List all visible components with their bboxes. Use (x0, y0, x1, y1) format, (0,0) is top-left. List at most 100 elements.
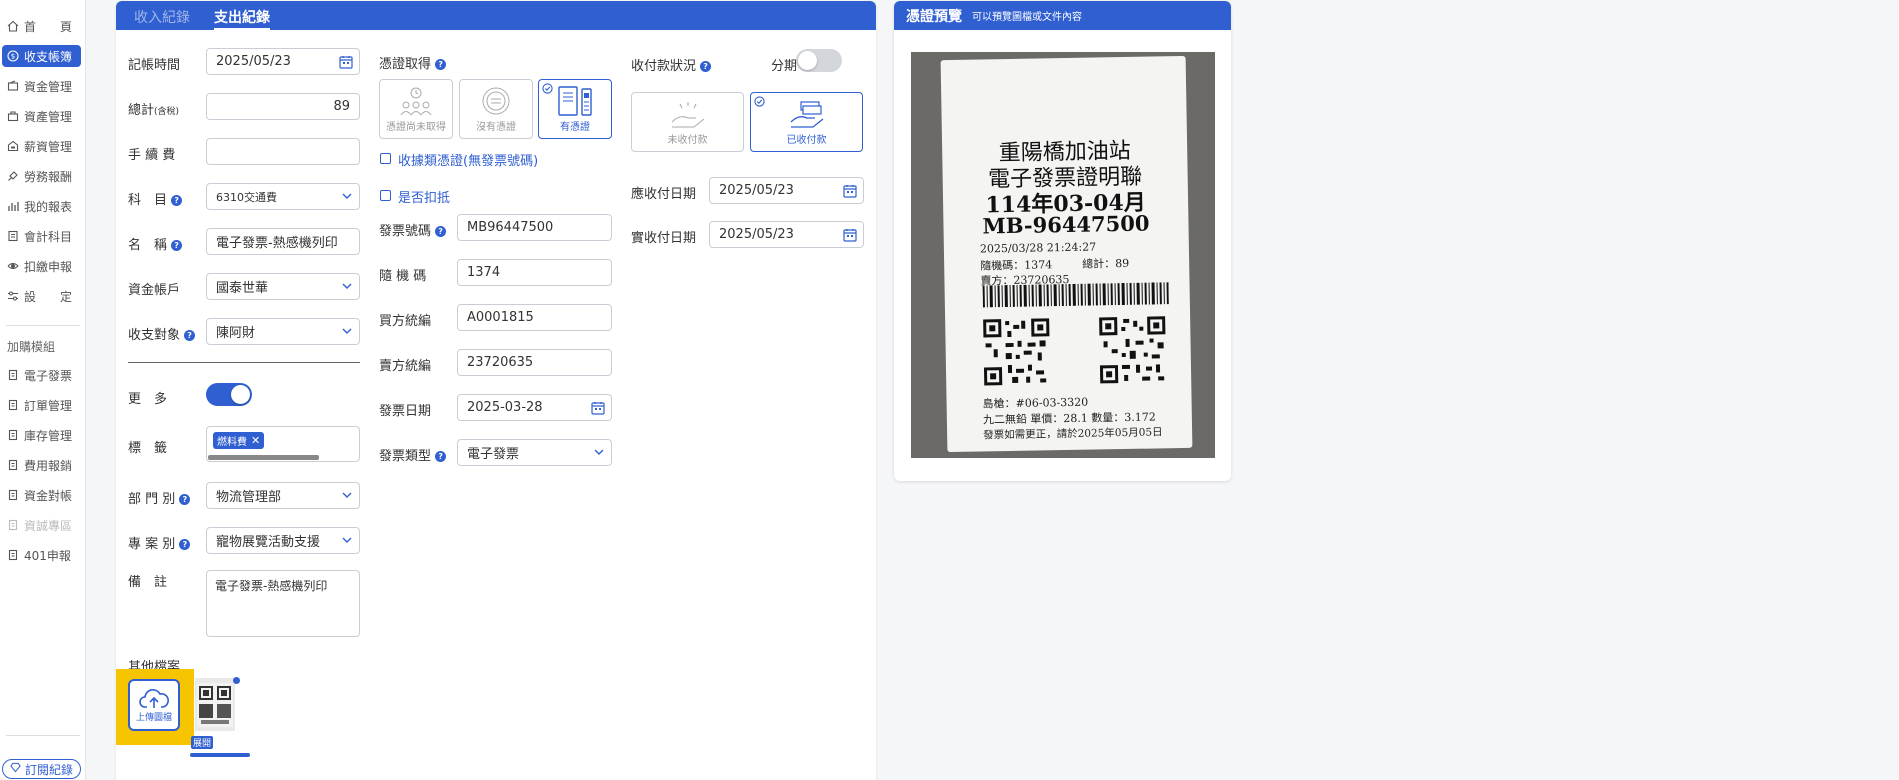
invoice-type-label: 發票類型? (379, 445, 447, 464)
project-label: 專 案 別? (128, 533, 191, 552)
help-icon[interactable]: ? (171, 195, 183, 206)
sidebar-item-einvoice[interactable]: 電子發票 (2, 364, 81, 386)
cloud-upload-icon (139, 688, 169, 708)
hand-coin-icon (671, 102, 704, 128)
date-label: 記帳時間 (128, 58, 181, 73)
invoice-type-select[interactable]: 電子發票 (457, 439, 612, 466)
payment-option-paid[interactable]: 已收付款 (750, 92, 863, 152)
close-icon[interactable]: ✕ (251, 435, 260, 446)
sidebar-item-401[interactable]: 401申報 (2, 544, 81, 566)
help-icon[interactable]: ? (700, 61, 712, 72)
seller-id-field[interactable]: 23720635 (457, 349, 612, 376)
svg-text:$: $ (11, 53, 15, 61)
asset-icon (6, 109, 20, 123)
sidebar-item-reports[interactable]: 我的報表 (2, 195, 81, 217)
fee-field[interactable] (206, 138, 360, 165)
tag-chip: 燃料費 ✕ (213, 432, 265, 449)
qr-code-left (981, 316, 1053, 388)
due-date-field[interactable]: 2025/05/23 (709, 177, 864, 204)
receipt-type-checkbox[interactable] (380, 153, 391, 164)
help-icon[interactable]: ? (179, 539, 191, 550)
sidebar-item-service[interactable]: 勞務報酬 (2, 165, 81, 187)
file-thumbnail[interactable] (195, 678, 235, 731)
name-field[interactable]: 電子發票-熱感機列印 (206, 228, 360, 255)
settings-icon (6, 289, 20, 303)
voucher-option-pending[interactable]: 憑證尚未取得 (379, 79, 453, 139)
help-icon[interactable]: ? (184, 330, 196, 341)
sidebar-item-ledger[interactable]: $ 收支帳簿 (2, 45, 81, 67)
sidebar-item-label: 會計科目 (24, 229, 73, 244)
subscription-button[interactable]: 訂閱紀錄 (2, 759, 81, 779)
sidebar-item-salary[interactable]: 薪資管理 (2, 135, 81, 157)
calendar-icon[interactable] (843, 228, 857, 242)
calendar-icon[interactable] (339, 55, 353, 69)
payment-option-unpaid[interactable]: 未收付款 (631, 92, 744, 152)
random-code-field[interactable]: 1374 (457, 259, 612, 286)
help-icon[interactable]: ? (435, 59, 447, 70)
project-select[interactable]: 寵物展覽活動支援 (206, 527, 360, 554)
party-select[interactable]: 陳阿財 (206, 318, 360, 345)
sidebar-item-settings[interactable]: 設 定 (2, 285, 81, 307)
account-select[interactable]: 國泰世華 (206, 273, 360, 300)
date-field[interactable]: 2025/05/23 (206, 48, 360, 75)
receipt-notice: 發票如需更正，請於2025年05月05日 (983, 426, 1163, 442)
invoice-no-field[interactable]: MB96447500 (457, 214, 612, 241)
help-icon[interactable]: ? (171, 240, 183, 251)
invoice-date-label: 發票日期 (379, 404, 432, 419)
sidebar-item-label: 庫存管理 (24, 428, 73, 443)
help-icon[interactable]: ? (179, 494, 191, 505)
thumbnail-badge[interactable]: 展開 (191, 736, 214, 749)
tax-icon (6, 259, 20, 273)
voucher-option-has[interactable]: 有憑證 (538, 79, 612, 139)
sidebar-item-label: 資產管理 (24, 109, 73, 124)
chevron-down-icon (342, 328, 352, 334)
note-textarea[interactable]: 電子發票-熱感機列印 (206, 570, 360, 637)
sidebar-item-label: 電子發票 (24, 368, 73, 383)
deduct-label[interactable]: 是否扣抵 (398, 187, 450, 206)
tab-expense[interactable]: 支出紀錄 (214, 7, 270, 30)
help-icon[interactable]: ? (435, 451, 447, 462)
sidebar-item-label: 401申報 (24, 548, 71, 563)
remove-file-dot[interactable] (233, 677, 240, 684)
sidebar-item-orders[interactable]: 訂單管理 (2, 394, 81, 416)
sidebar-item-label: 薪資管理 (24, 139, 73, 154)
tags-input[interactable]: 燃料費 ✕ (206, 426, 360, 462)
sidebar-item-accounts[interactable]: 會計科目 (2, 225, 81, 247)
total-field[interactable]: 89 (206, 93, 360, 120)
tags-scrollbar[interactable] (208, 455, 319, 460)
buyer-id-field[interactable]: A0001815 (457, 304, 612, 331)
help-icon[interactable]: ? (435, 226, 447, 237)
chevron-down-icon (342, 492, 352, 498)
tab-income[interactable]: 收入紀錄 (134, 7, 190, 27)
invoice-date-field[interactable]: 2025-03-28 (457, 394, 612, 421)
installment-toggle[interactable] (796, 49, 842, 72)
dept-select[interactable]: 物流管理部 (206, 482, 360, 509)
seller-id-label: 賣方統編 (379, 359, 432, 374)
barcode-graphic (982, 282, 1169, 308)
sidebar-item-home[interactable]: 首 頁 (2, 15, 81, 37)
subject-select[interactable]: 6310交通費 (206, 183, 360, 210)
sidebar-item-assets[interactable]: 資產管理 (2, 105, 81, 127)
sidebar-item-stock[interactable]: 庫存管理 (2, 424, 81, 446)
note-label: 備 註 (128, 575, 168, 590)
zone-icon (6, 518, 20, 532)
sidebar-item-funds[interactable]: 資金管理 (2, 75, 81, 97)
check-circle-icon (542, 83, 553, 94)
sidebar-item-label: 資金對帳 (24, 488, 73, 503)
sidebar-item-reconcile[interactable]: 資金對帳 (2, 484, 81, 506)
receipt-image[interactable]: 重陽橋加油站 電子發票證明聯 114年03-04月 MB-96447500 20… (911, 52, 1215, 458)
calendar-icon[interactable] (591, 401, 605, 415)
more-toggle[interactable] (206, 383, 252, 406)
fee-label: 手 續 費 (128, 148, 176, 163)
sidebar-item-expense[interactable]: 費用報銷 (2, 454, 81, 476)
money-icon: $ (6, 49, 20, 63)
calendar-icon[interactable] (843, 184, 857, 198)
actual-date-field[interactable]: 2025/05/23 (709, 221, 864, 248)
deduct-checkbox[interactable] (380, 190, 391, 201)
sidebar-item-withholding[interactable]: 扣繳申報 (2, 255, 81, 277)
upload-button[interactable]: 上傳圖檔 (128, 679, 180, 731)
receipt-type-label[interactable]: 收據類憑證(無發票號碼) (398, 150, 538, 169)
voucher-option-none[interactable]: 沒有憑證 (459, 79, 533, 139)
dept-label: 部 門 別? (128, 488, 191, 507)
expense-icon (6, 458, 20, 472)
